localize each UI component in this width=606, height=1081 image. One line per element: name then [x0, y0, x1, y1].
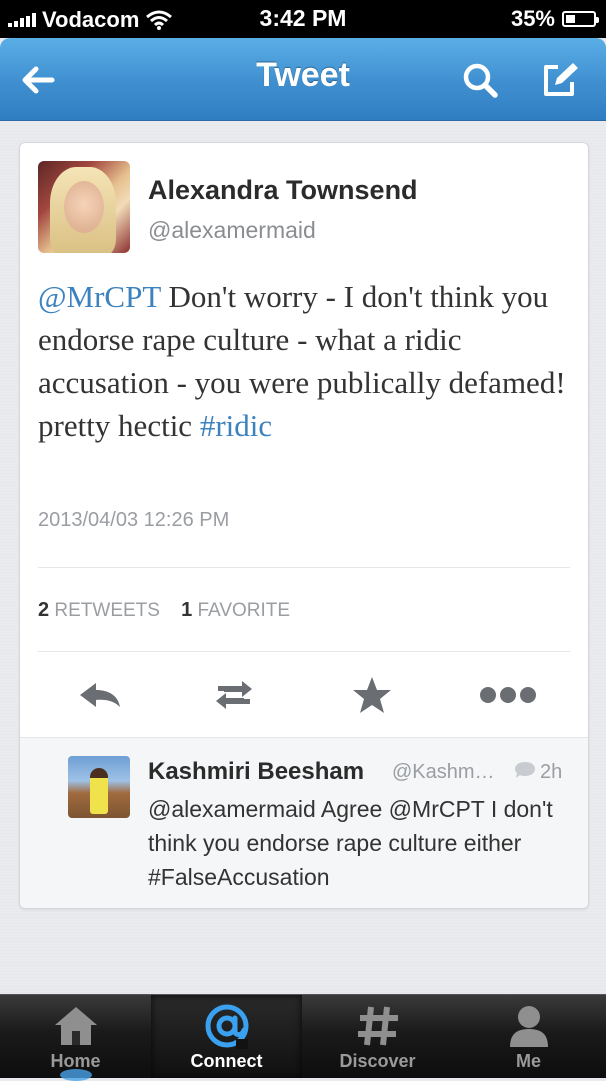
status-bar: Vodacom 3:42 PM 35%: [0, 0, 606, 38]
navigation-bar: Tweet: [0, 38, 606, 121]
reply-time: 2h: [540, 761, 563, 783]
unread-indicator: [60, 1069, 92, 1081]
tab-me-label: Me: [515, 1051, 541, 1071]
search-icon[interactable]: [458, 58, 502, 102]
compose-icon[interactable]: [538, 58, 582, 102]
tab-discover-label: Discover: [339, 1051, 416, 1071]
tab-bar: Home Connect Discover Me: [0, 994, 606, 1081]
reply-author-avatar[interactable]: [68, 756, 130, 818]
reply-author-handle: @Kashm…: [392, 761, 495, 783]
favorites-stat[interactable]: 1 FAVORITE: [181, 599, 290, 621]
divider: [38, 651, 570, 652]
reply-item[interactable]: Kashmiri Beesham @Kashm… 2h @alexamermai…: [20, 737, 588, 908]
reply-author-name: Kashmiri Beesham: [148, 758, 365, 785]
reply-icon[interactable]: [76, 675, 124, 715]
divider: [38, 567, 570, 568]
tweet-timestamp: 2013/04/03 12:26 PM: [38, 509, 230, 531]
tweet-card: Alexandra Townsend @alexamermaid @MrCPT …: [19, 142, 589, 909]
tab-connect[interactable]: Connect: [151, 995, 302, 1078]
hashtag-link[interactable]: #ridic: [200, 408, 272, 443]
mention-link[interactable]: @MrCPT: [38, 279, 161, 314]
tweet-text: @MrCPT Don't worry - I don't think you e…: [38, 275, 568, 447]
tab-discover[interactable]: Discover: [302, 995, 453, 1078]
home-icon: [54, 1007, 97, 1045]
tweet-actions: [20, 663, 588, 727]
status-right: 35%: [510, 6, 599, 32]
conversation-bubble-icon: [515, 762, 535, 778]
person-icon: [509, 1006, 548, 1047]
retweets-stat[interactable]: 2 RETWEETS: [38, 599, 160, 621]
author-avatar[interactable]: [38, 161, 130, 253]
hash-icon: [357, 1006, 398, 1046]
battery-percent: 35%: [510, 6, 555, 31]
tab-connect-label: Connect: [190, 1051, 263, 1071]
favorite-star-icon[interactable]: [348, 675, 396, 715]
retweet-icon[interactable]: [210, 675, 258, 715]
reply-text: @alexamermaid Agree @MrCPT I don't think…: [148, 796, 553, 890]
tab-home[interactable]: Home: [0, 995, 151, 1081]
tab-me[interactable]: Me: [453, 995, 604, 1078]
at-icon: [205, 1004, 248, 1049]
author-handle[interactable]: @alexamermaid: [148, 217, 316, 244]
more-icon[interactable]: [476, 675, 540, 715]
author-name[interactable]: Alexandra Townsend: [148, 175, 418, 206]
page-title: Tweet: [256, 56, 350, 94]
tweet-stats: 2 RETWEETS 1 FAVORITE: [38, 599, 290, 622]
battery-icon: [562, 11, 599, 27]
